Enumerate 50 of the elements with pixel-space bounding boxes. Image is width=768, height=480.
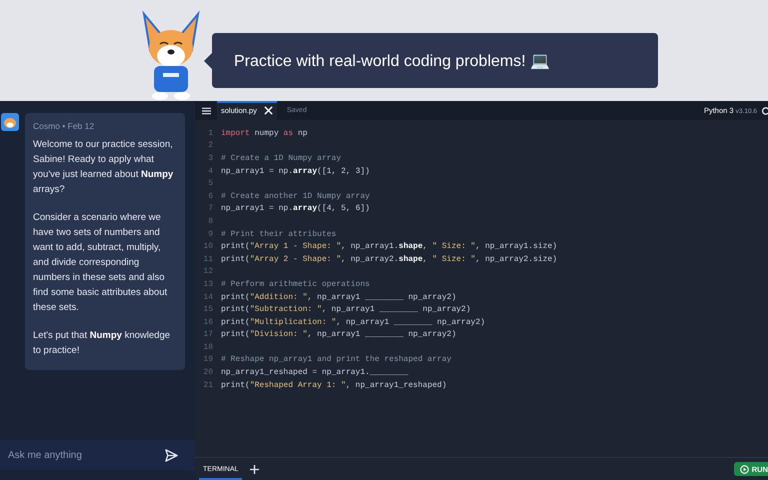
line-number: 14: [202, 292, 213, 302]
code-line: np_array1 = np.array([1, 2, 3]): [221, 166, 370, 176]
line-number: 20: [202, 368, 213, 378]
line-number: 4: [207, 166, 213, 176]
code-line: # Print their attributes: [221, 230, 336, 239]
line-number: 10: [202, 242, 213, 252]
code-line: import numpy as np: [221, 128, 308, 138]
code-line: print("Division: ", np_array1 ________ np_array2): [221, 330, 456, 340]
corgi-avatar-icon: [1, 113, 19, 131]
line-number: 9: [207, 230, 213, 239]
line-number: 16: [202, 318, 213, 327]
line-number: 15: [202, 305, 213, 314]
chat-input-field[interactable]: Ask me anything: [0, 440, 195, 470]
code-line: print("Addition: ", np_array1 ________ np_array2): [221, 292, 456, 302]
code-line: print("Array 1 - Shape: ", np_array1.shape, " Size: ", np_array1.size): [221, 242, 558, 252]
line-number: 19: [202, 355, 213, 364]
line-number: 2: [207, 141, 213, 150]
send-icon[interactable]: [164, 448, 179, 462]
code-line: np_array1 = np.array([4, 5, 6]): [221, 204, 370, 214]
code-line: np_array1_reshaped = np_array1.________: [221, 368, 408, 378]
line-number: 3: [207, 154, 213, 163]
code-line: print("Multiplication: ", np_array1 ________ np_array2): [221, 318, 486, 327]
code-line: # Reshape np_array1 and print the reshaped array: [221, 355, 452, 364]
code-line: print("Reshaped Array 1: ", np_array1_reshaped): [221, 380, 447, 390]
line-number: 13: [202, 280, 213, 289]
code-line: print("Array 2 - Shape: ", np_array2.shape, " Size: ", np_array2.size): [221, 254, 558, 264]
chat-input-field[interactable]: Ask me anything: [6, 448, 164, 462]
line-number: 11: [202, 254, 213, 264]
line-number: 12: [202, 267, 213, 276]
close-icon[interactable]: [264, 106, 273, 115]
message-paragraph: Welcome to our practice session, Sabine! Ready to apply what you've just learned about Numpy arrays?: [33, 138, 174, 197]
line-number: 17: [202, 330, 213, 340]
line-number: 6: [207, 192, 213, 201]
menu-icon[interactable]: [202, 106, 211, 114]
line-number: 18: [202, 342, 213, 352]
banner-text: Practice with real-world coding problems! 💻: [234, 52, 550, 70]
line-number: 7: [207, 204, 213, 214]
line-number: 8: [207, 216, 213, 226]
play-circle-icon: [740, 464, 749, 474]
message-author-date: Cosmo • Feb 12: [33, 121, 96, 131]
code-line: # Perform arithmetic operations: [221, 280, 370, 289]
code-line: # Create a 1D Numpy array: [221, 154, 342, 163]
line-number: 5: [207, 179, 213, 188]
code-line: # Create another 1D Numpy array: [221, 192, 370, 201]
message-paragraph: Consider a scenario where we have two sets of numbers and want to add, subtract, multiply, and divide corresponding numbers in these sets and also find some basic attributes about these sets.: [33, 211, 168, 315]
line-number: 1: [207, 128, 213, 138]
add-terminal-icon[interactable]: [250, 464, 260, 474]
line-number: 21: [202, 380, 213, 390]
code-line: print("Subtraction: ", np_array1 ________ np_array2): [221, 305, 471, 314]
message-paragraph: Let's put that Numpy knowledge to practice!: [33, 329, 172, 358]
